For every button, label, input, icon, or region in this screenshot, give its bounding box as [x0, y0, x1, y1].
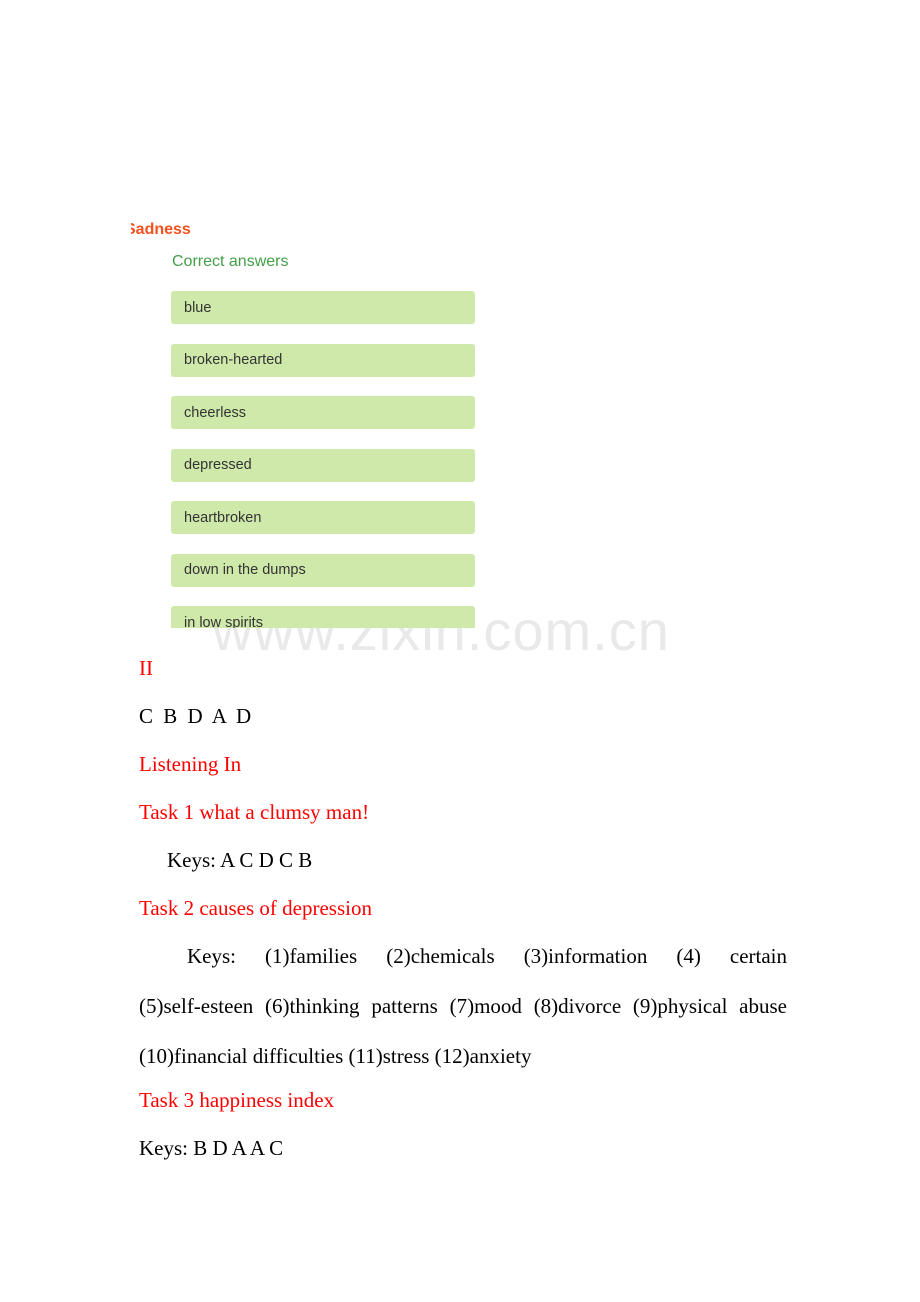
answer-text: depressed — [184, 457, 252, 473]
section-ii-keys: C B D A D — [139, 704, 254, 728]
task2-keys-block: Keys: (1)families (2)chemicals (3)inform… — [139, 944, 787, 1068]
correct-answers-label: Correct answers — [172, 253, 289, 270]
answer-text: in low spirits — [184, 614, 263, 629]
answer-item[interactable]: heartbroken — [171, 501, 475, 534]
answer-list: blue broken-hearted cheerless depressed … — [171, 291, 475, 628]
section-ii-label: II — [139, 656, 153, 680]
exercise-widget: Sadness Correct answers blue broken-hear… — [0, 108, 920, 628]
task2-keys-values-1: (1)families (2)chemicals (3)information … — [265, 944, 788, 968]
answer-text: broken-hearted — [184, 352, 283, 368]
task1-heading: Task 1 what a clumsy man! — [139, 800, 370, 824]
answer-text: cheerless — [184, 404, 247, 421]
answer-text: heartbroken — [184, 509, 262, 526]
task2-keys-line-2: (5)self-esteen (6)thinking patterns (7)m… — [139, 994, 787, 1019]
task2-heading: Task 2 causes of depression — [139, 896, 372, 920]
answer-item[interactable]: blue — [171, 291, 475, 324]
listening-in-heading: Listening In — [139, 752, 242, 776]
task2-keys-label: Keys: — [187, 944, 236, 968]
task3-keys: Keys: B D A A C — [139, 1136, 284, 1160]
answer-item[interactable]: broken-hearted — [171, 343, 475, 377]
answer-item[interactable]: depressed — [171, 448, 475, 482]
task2-keys-line-3: (10)financial difficulties (11)stress (1… — [139, 1044, 532, 1069]
answer-text: blue — [184, 299, 212, 316]
answer-text: down in the dumps — [184, 562, 306, 578]
document-page: www.zixin.com.cn Sadness Correct answers… — [0, 0, 920, 1302]
answer-item[interactable]: down in the dumps — [171, 553, 475, 587]
exercise-title: Sadness — [131, 221, 191, 238]
task1-keys: Keys: A C D C B — [167, 848, 313, 872]
task2-keys-line-1: Keys: (1)families (2)chemicals (3)inform… — [139, 944, 787, 968]
answer-item[interactable]: in low spirits — [171, 606, 475, 628]
answer-item[interactable]: cheerless — [171, 396, 475, 429]
task3-heading: Task 3 happiness index — [139, 1088, 335, 1112]
